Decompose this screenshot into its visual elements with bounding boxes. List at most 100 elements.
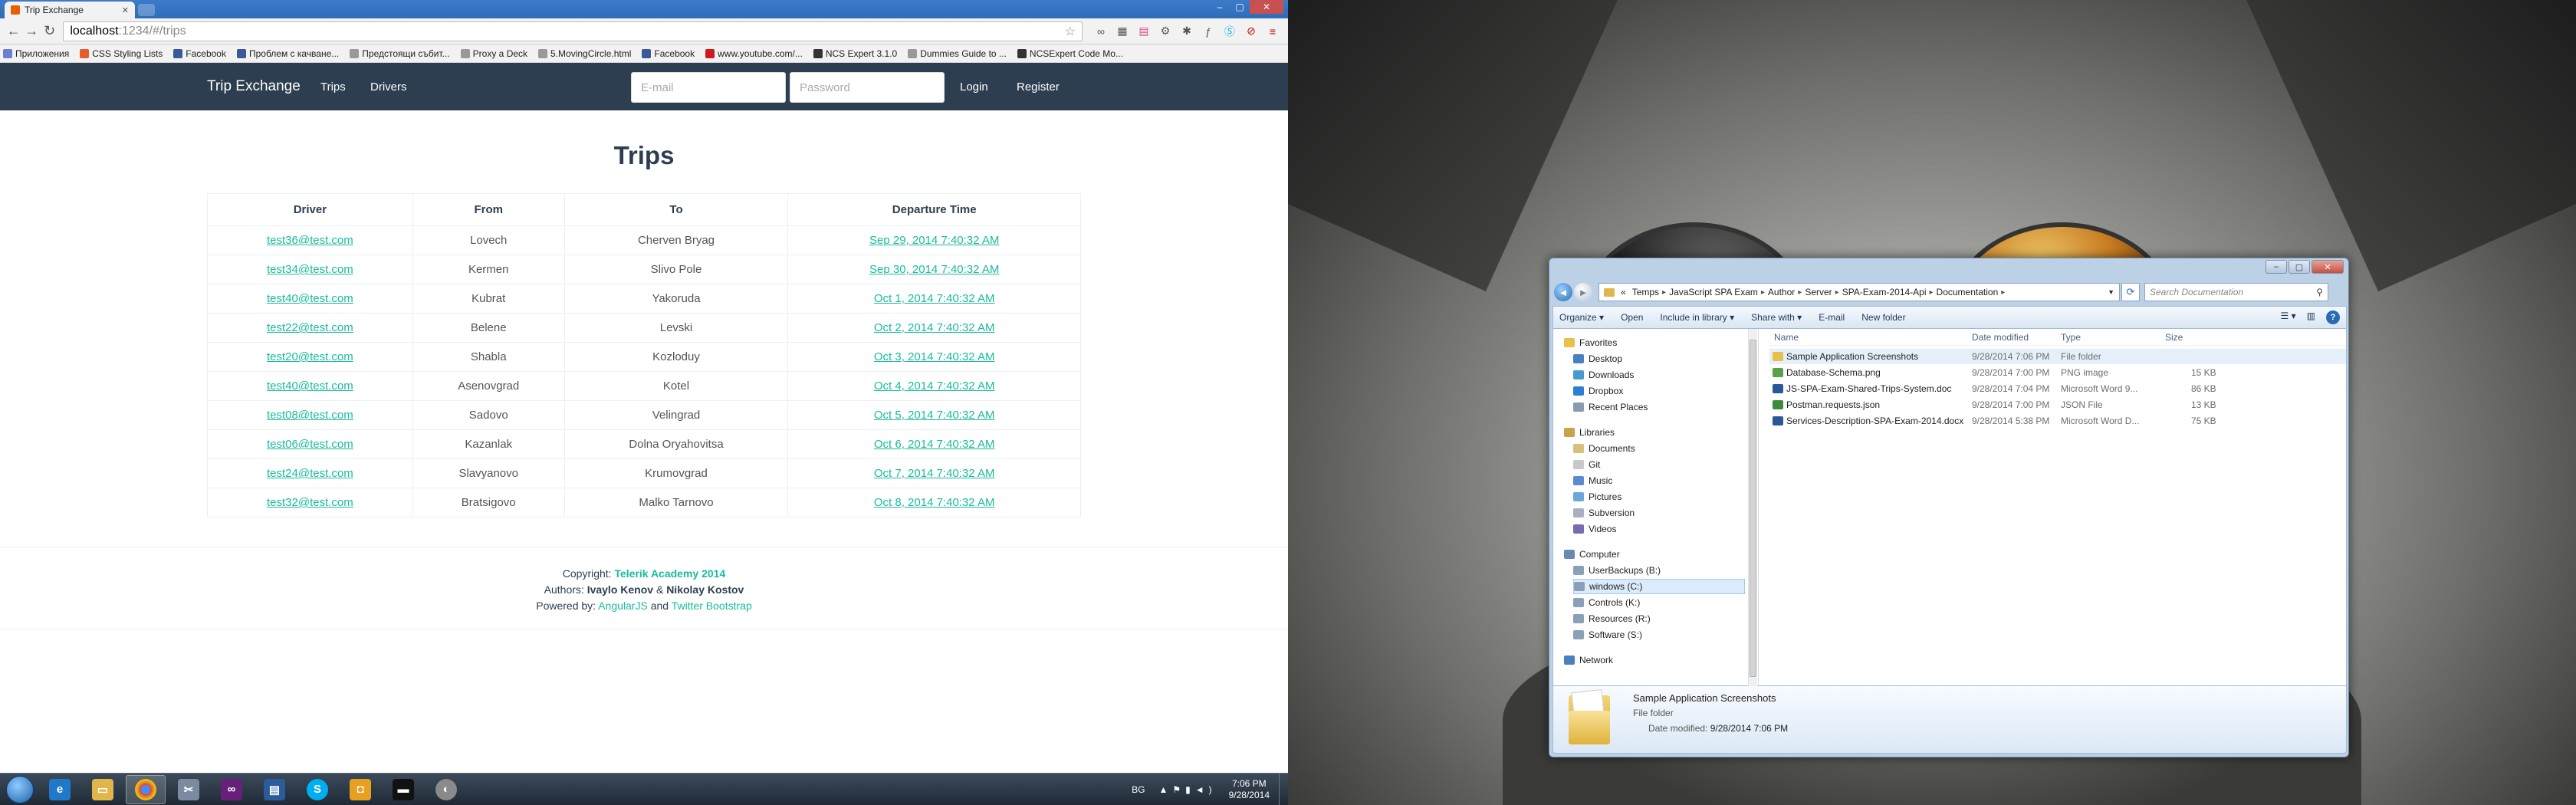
driver-email-link[interactable]: test40@test.com	[267, 292, 353, 305]
driver-email-link[interactable]: test24@test.com	[267, 467, 353, 480]
nav-drivers-link[interactable]: Drivers	[370, 80, 407, 94]
nav-library-item[interactable]: Music	[1573, 473, 1745, 488]
extension-skype-icon[interactable]: Ⓢ	[1221, 22, 1239, 41]
new-folder-button[interactable]: New folder	[1861, 312, 1905, 323]
taskbar-tools[interactable]: ✂	[169, 775, 209, 804]
extension-bug-icon[interactable]: ✱	[1178, 22, 1196, 41]
breadcrumb-arrow-icon[interactable]: ▸	[1761, 288, 1765, 297]
breadcrumb-arrow-icon[interactable]: ▸	[1835, 288, 1839, 297]
nav-library-item[interactable]: Subversion	[1573, 505, 1745, 521]
bookmark-item[interactable]: Facebook	[173, 48, 226, 59]
breadcrumb-item[interactable]: «	[1621, 287, 1626, 297]
nav-favorite-item[interactable]: Recent Places	[1573, 399, 1745, 415]
driver-email-link[interactable]: test36@test.com	[267, 234, 353, 247]
open-button[interactable]: Open	[1621, 312, 1643, 323]
breadcrumb-item[interactable]: Documentation	[1937, 287, 1999, 297]
tray-icons[interactable]: ▲⚑▮◄)	[1158, 784, 1216, 795]
departure-time-link[interactable]: Sep 30, 2014 7:40:32 AM	[869, 263, 999, 276]
tab-close-icon[interactable]: ✕	[122, 5, 129, 15]
bootstrap-link[interactable]: Twitter Bootstrap	[672, 600, 752, 612]
email-button[interactable]: E-mail	[1819, 312, 1845, 323]
taskbar-visual-studio[interactable]: ∞	[212, 775, 251, 804]
breadcrumb-item[interactable]: Server	[1805, 287, 1832, 297]
explorer-search-input[interactable]: Search Documentation ⚲	[2144, 283, 2328, 301]
browser-tab[interactable]: Trip Exchange ✕	[5, 2, 135, 18]
departure-time-link[interactable]: Oct 2, 2014 7:40:32 AM	[874, 321, 995, 334]
taskbar-ie[interactable]: e	[40, 775, 80, 804]
bookmark-item[interactable]: Проблем с качване...	[236, 48, 339, 59]
email-input[interactable]: E-mail	[631, 72, 786, 103]
nav-library-item[interactable]: Videos	[1573, 521, 1745, 537]
clock[interactable]: 7:06 PM 9/28/2014	[1229, 778, 1270, 801]
close-window-icon[interactable]: ✕	[1250, 0, 1283, 14]
driver-email-link[interactable]: test20@test.com	[267, 350, 353, 363]
reload-icon[interactable]: ↻	[41, 22, 58, 41]
help-icon[interactable]: ?	[2326, 310, 2340, 324]
taskbar-app[interactable]: ▤	[255, 775, 294, 804]
driver-email-link[interactable]: test34@test.com	[267, 263, 353, 276]
taskbar-git[interactable]: ◐	[426, 775, 466, 804]
column-type[interactable]: Type	[2061, 332, 2081, 343]
breadcrumb-arrow-icon[interactable]: ▸	[1798, 288, 1802, 297]
bookmark-item[interactable]: Приложения	[3, 48, 69, 59]
file-row[interactable]: Sample Application Screenshots 9/28/2014 …	[1769, 349, 2346, 364]
organize-button[interactable]: Organize ▾	[1559, 312, 1604, 323]
explorer-refresh-icon[interactable]: ⟳	[2121, 283, 2140, 301]
bookmark-item[interactable]: Предстоящи събит...	[350, 48, 450, 59]
nav-library-item[interactable]: Documents	[1573, 441, 1745, 456]
nav-trips-link[interactable]: Trips	[320, 80, 346, 94]
bookmark-item[interactable]: NCS Expert 3.1.0	[813, 48, 897, 59]
extension-gear-icon[interactable]: ⚙	[1156, 22, 1175, 41]
explorer-address-bar[interactable]: «Temps ▸ JavaScript SPA Exam ▸ Author ▸ Server…	[1598, 283, 2120, 301]
departure-time-link[interactable]: Oct 6, 2014 7:40:32 AM	[874, 438, 995, 451]
brand-link[interactable]: Trip Exchange	[207, 78, 301, 95]
breadcrumb-arrow-icon[interactable]: ▸	[2001, 288, 2005, 297]
driver-email-link[interactable]: test32@test.com	[267, 496, 353, 509]
extension-glasses-icon[interactable]: ∞	[1092, 22, 1110, 41]
breadcrumb-arrow-icon[interactable]: ▸	[1930, 288, 1934, 297]
bookmark-item[interactable]: Dummies Guide to ...	[908, 48, 1007, 59]
bookmark-item[interactable]: CSS Styling Lists	[80, 48, 163, 59]
extension-function-icon[interactable]: ƒ	[1199, 22, 1217, 41]
extension-grid-icon[interactable]: ▦	[1113, 22, 1132, 41]
show-desktop-button[interactable]	[1279, 773, 1288, 805]
explorer-titlebar[interactable]: – ▢ ✕	[1549, 258, 2348, 280]
nav-drive-item[interactable]: Controls (K:)	[1573, 595, 1745, 610]
nav-drive-item[interactable]: windows (C:)	[1573, 579, 1745, 594]
preview-pane-icon[interactable]: ▥	[2307, 310, 2315, 324]
extension-color-icon[interactable]: ▤	[1135, 22, 1153, 41]
maximize-icon[interactable]: ▢	[1230, 0, 1250, 14]
departure-time-link[interactable]: Sep 29, 2014 7:40:32 AM	[869, 234, 999, 247]
extension-stop-icon[interactable]: ⊘	[1242, 22, 1260, 41]
driver-email-link[interactable]: test40@test.com	[267, 380, 353, 393]
driver-email-link[interactable]: test22@test.com	[267, 321, 353, 334]
bookmark-item[interactable]: Proxy a Deck	[460, 48, 527, 59]
column-name[interactable]: Name	[1774, 332, 1799, 343]
nav-network[interactable]: Network	[1564, 652, 1745, 668]
password-input[interactable]: Password	[790, 72, 945, 103]
driver-email-link[interactable]: test06@test.com	[267, 438, 353, 451]
nav-libraries[interactable]: Libraries	[1564, 425, 1745, 440]
explorer-minimize-icon[interactable]: –	[2266, 260, 2287, 274]
nav-library-item[interactable]: Git	[1573, 457, 1745, 472]
file-row[interactable]: Services-Description-SPA-Exam-2014.docx 9…	[1769, 413, 2346, 429]
start-button[interactable]	[6, 775, 34, 803]
column-size[interactable]: Size	[2165, 332, 2183, 343]
departure-time-link[interactable]: Oct 8, 2014 7:40:32 AM	[874, 496, 995, 509]
share-with-button[interactable]: Share with ▾	[1751, 312, 1802, 323]
bookmark-item[interactable]: NCSExpert Code Mo...	[1017, 48, 1123, 59]
taskbar-explorer[interactable]: ▭	[83, 775, 123, 804]
change-view-icon[interactable]: ☰ ▾	[2281, 310, 2296, 324]
bookmark-item[interactable]: 5.MovingCircle.html	[538, 48, 631, 59]
taskbar-console[interactable]: ▬	[383, 775, 423, 804]
departure-time-link[interactable]: Oct 7, 2014 7:40:32 AM	[874, 467, 995, 480]
login-link[interactable]: Login	[960, 80, 988, 94]
nav-library-item[interactable]: Pictures	[1573, 489, 1745, 504]
language-indicator[interactable]: BG	[1132, 784, 1145, 795]
nav-computer[interactable]: Computer	[1564, 547, 1745, 562]
departure-time-link[interactable]: Oct 1, 2014 7:40:32 AM	[874, 292, 995, 305]
explorer-back-icon[interactable]: ◄	[1554, 283, 1572, 301]
file-row[interactable]: Postman.requests.json 9/28/2014 7:00 PM JS…	[1769, 397, 2346, 412]
explorer-maximize-icon[interactable]: ▢	[2288, 260, 2310, 274]
address-bar[interactable]: localhost :1234/#/trips ☆	[63, 21, 1083, 41]
